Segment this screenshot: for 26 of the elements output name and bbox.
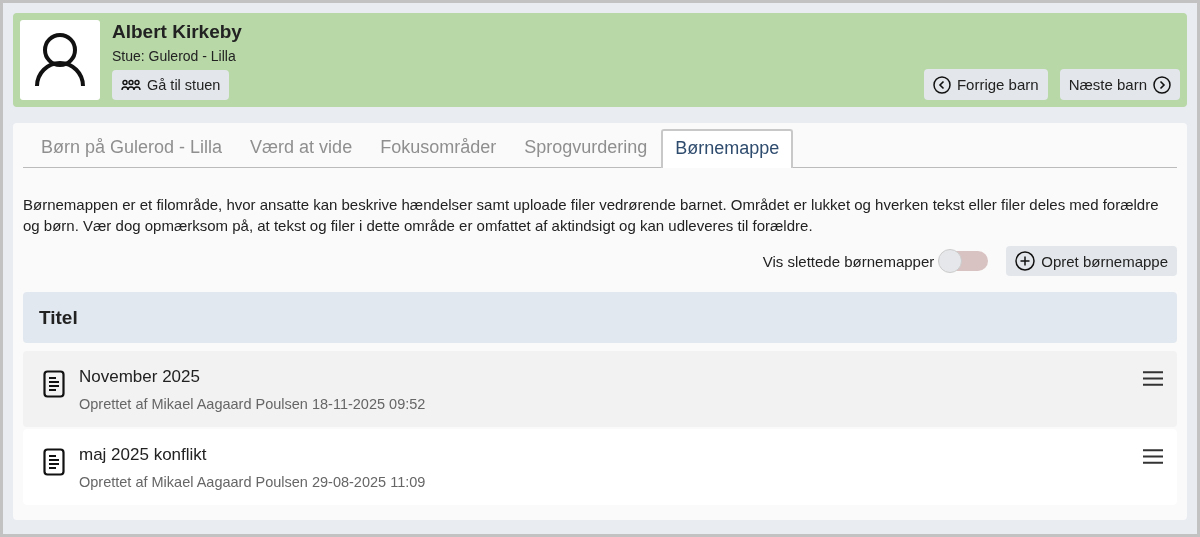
folder-row[interactable]: November 2025 Oprettet af Mikael Aagaard Poulsen 18-11-2025 09:52: [23, 351, 1177, 427]
tab[interactable]: Børnemappe: [661, 129, 794, 168]
create-button[interactable]: Opret børnemappe: [1006, 246, 1177, 276]
toggle-label: Vis slettede børnemapper: [762, 252, 935, 270]
column-header: Titel: [39, 306, 78, 329]
plus-icon: [1015, 251, 1036, 271]
row-meta: Oprettet af Mikael Aagaard Poulsen 18-11-2025 09:52: [79, 396, 427, 412]
document-icon: [43, 448, 65, 476]
room-label: Stue: Gulerod - Lilla: [112, 48, 236, 64]
menu-icon[interactable]: [1143, 449, 1163, 464]
folder-row[interactable]: maj 2025 konflikt Oprettet af Mikael Aagaard Poulsen 29-08-2025 11:09: [23, 429, 1177, 505]
avatar-icon: [20, 20, 100, 100]
group-icon: [121, 79, 141, 91]
next-button[interactable]: Næste barn: [1059, 69, 1180, 100]
room-button[interactable]: Gå til stuen: [112, 70, 230, 100]
row-title: maj 2025 konflikt: [79, 445, 208, 465]
previous-button[interactable]: Forrige barn: [923, 69, 1048, 100]
chevron-right-icon: [1153, 75, 1171, 94]
menu-icon[interactable]: [1143, 371, 1163, 386]
toggle-switch[interactable]: [940, 251, 989, 271]
description-text: Børnemappen er et filområde, hvor ansatte kan beskrive hændelser samt uploade filer vedrørende barnet. Området er lukket og hverken tekst eller filer deles med forældre og børn. Vær dog opmærksom på, at tekst og filer i dette område er omfattet af aktindsigt og kan udleveres til forældre.: [23, 195, 1160, 236]
document-icon: [43, 370, 65, 398]
child-name: Albert Kirkeby: [112, 21, 242, 43]
row-meta: Oprettet af Mikael Aagaard Poulsen 29-08-2025 11:09: [79, 474, 427, 490]
chevron-left-icon: [932, 75, 951, 94]
row-title: November 2025: [79, 367, 201, 387]
